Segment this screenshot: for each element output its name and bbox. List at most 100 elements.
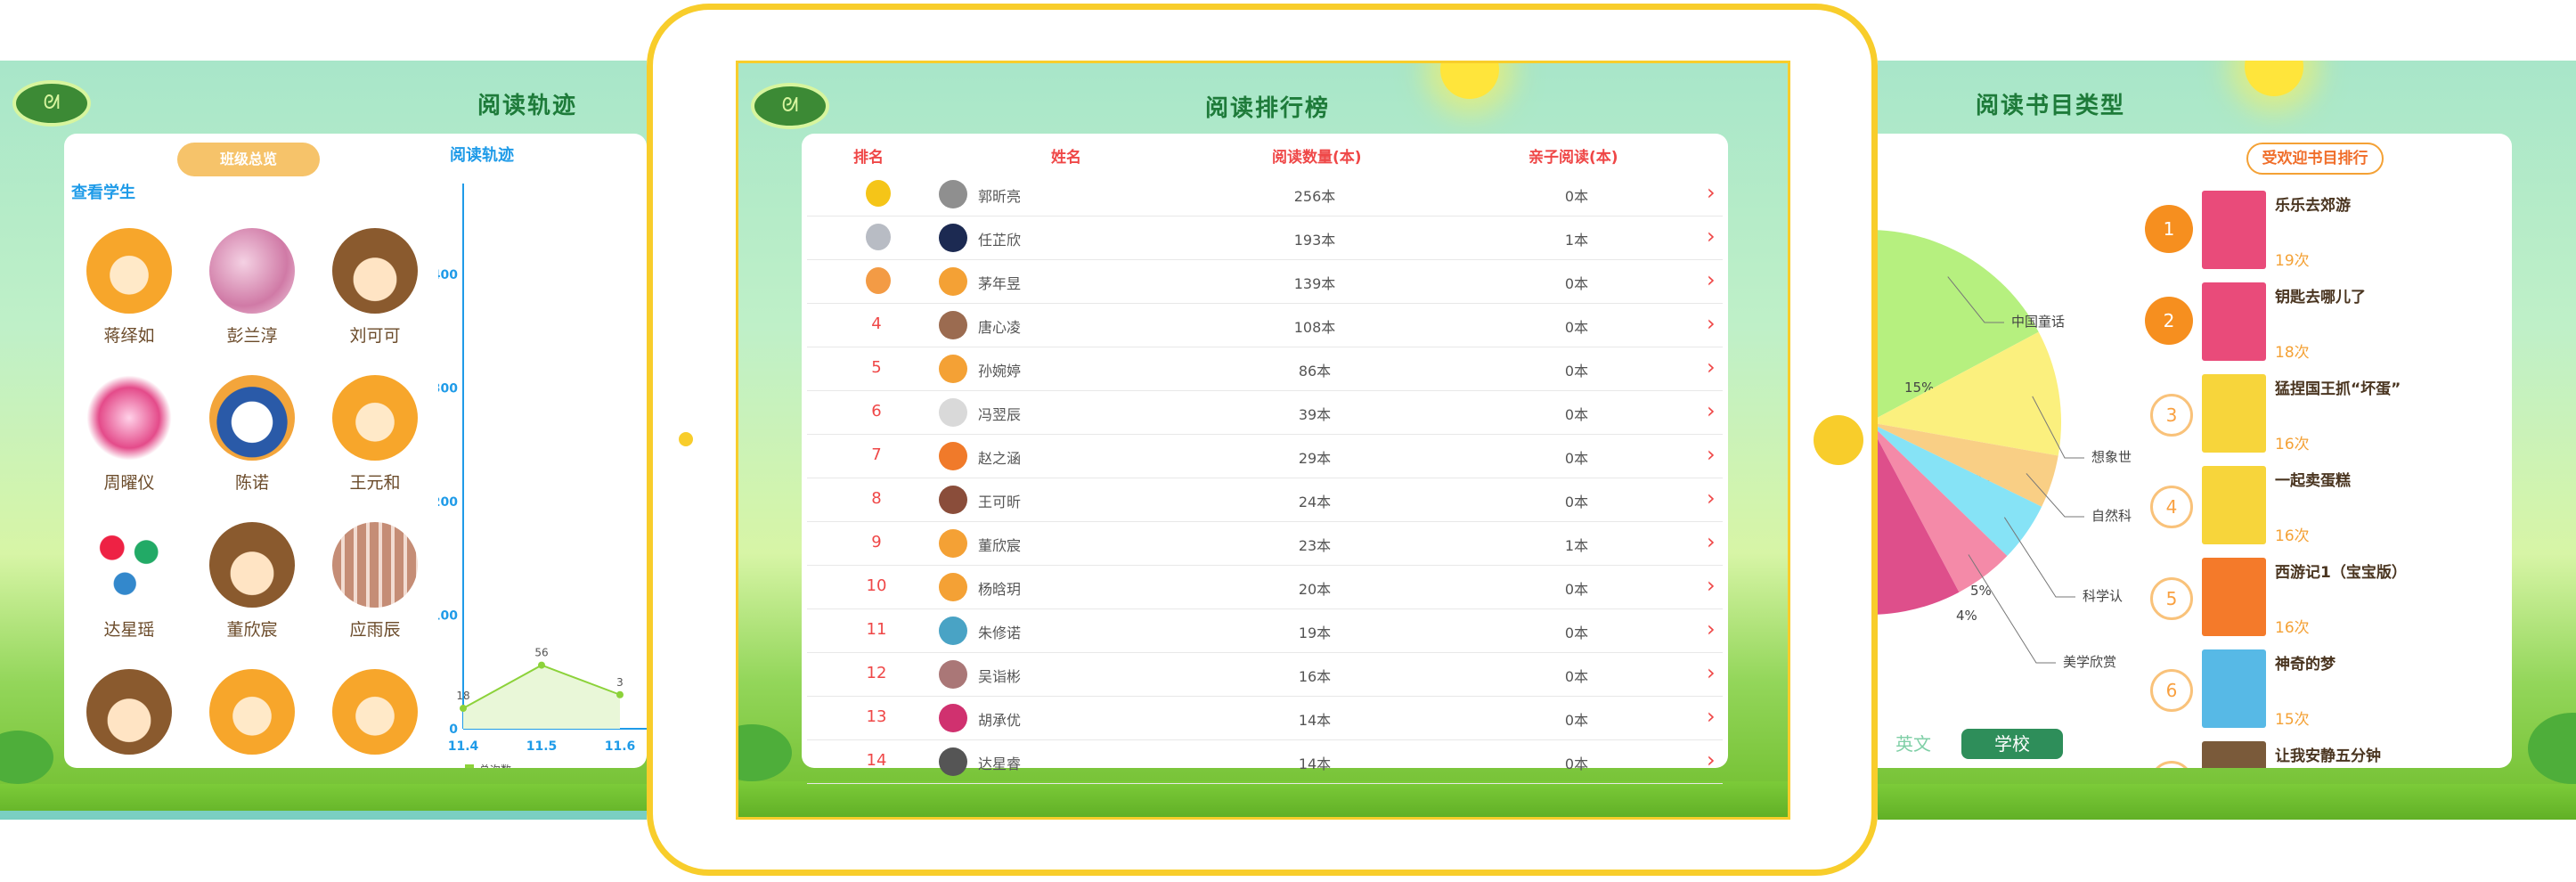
book-cover[interactable] <box>2202 649 2266 728</box>
table-row[interactable]: 4 唐心凌 108本 0本 › <box>807 304 1723 347</box>
table-row[interactable]: 10 杨晗玥 20本 0本 › <box>807 566 1723 609</box>
rank-number: 6 <box>871 402 882 421</box>
app-logo-icon[interactable]: ᘛ <box>751 83 829 129</box>
student-card[interactable]: 刘可可 <box>317 228 433 347</box>
avatar <box>939 267 967 296</box>
student-card[interactable]: 孙佳萱 <box>194 669 310 768</box>
left-screen: ᘛ 阅读轨迹 班级总览 查看学生 阅读轨迹 蒋绎如 彭兰淳 刘可可 周曜仪 陈诺 王元和达… <box>0 61 647 820</box>
table-row[interactable]: 6 冯翌辰 39本 0本 › <box>807 391 1723 435</box>
brown-girl-icon <box>86 669 172 755</box>
table-row[interactable]: 郭昕亮 256本 0本 › <box>807 173 1723 216</box>
segment-school[interactable]: 学校 <box>1961 729 2063 759</box>
chevron-right-icon[interactable]: › <box>1707 660 1716 685</box>
data-point <box>616 690 624 698</box>
reading-count: 86本 <box>1298 363 1332 380</box>
book-cover[interactable] <box>2202 466 2266 544</box>
avatar <box>939 355 967 383</box>
table-row[interactable]: 茅年昱 139本 0本 › <box>807 260 1723 304</box>
reading-count: 108本 <box>1293 319 1336 336</box>
badges-icon <box>86 522 172 608</box>
table-row[interactable]: 14 达星睿 14本 0本 › <box>807 740 1723 784</box>
chart-title: 阅读轨迹 <box>450 146 514 165</box>
pie-category-label: 中国童话 <box>2011 314 2065 330</box>
table-row[interactable]: 7 赵之涵 29本 0本 › <box>807 435 1723 478</box>
student-name: 吴诣彬 <box>978 668 1022 685</box>
book-title[interactable]: 让我安静五分钟 <box>2275 743 2381 765</box>
book-cover[interactable] <box>2202 374 2266 453</box>
table-row[interactable]: 13 胡承优 14本 0本 › <box>807 697 1723 740</box>
app-logo-icon[interactable]: ᘛ <box>12 80 91 127</box>
student-name: 冯翌辰 <box>978 406 1022 423</box>
table-row[interactable]: 5 孙婉婷 86本 0本 › <box>807 347 1723 391</box>
book-cover[interactable] <box>2202 282 2266 361</box>
book-read-times: 18次 <box>2275 344 2310 362</box>
student-name: 任芷欣 <box>978 232 1022 249</box>
chevron-right-icon[interactable]: › <box>1707 224 1716 249</box>
duck-icon <box>209 375 295 461</box>
book-title[interactable]: 一起卖蛋糕 <box>2275 468 2351 490</box>
book-title[interactable]: 钥匙去哪儿了 <box>2275 284 2366 306</box>
book-cover[interactable] <box>2202 741 2266 768</box>
student-name: 郭昕亮 <box>978 188 1022 205</box>
student-card[interactable]: 董欣宸 <box>194 522 310 641</box>
y-tick-label: 0 <box>449 723 458 737</box>
table-row[interactable]: 12 吴诣彬 16本 0本 › <box>807 653 1723 697</box>
student-card[interactable]: 陈诺 <box>194 375 310 494</box>
chevron-right-icon[interactable]: › <box>1707 617 1716 641</box>
student-name: 刘可可 <box>349 326 401 346</box>
student-card[interactable]: 朱修诺 <box>71 669 187 768</box>
book-title[interactable]: 西游记1（宝宝版） <box>2275 559 2407 582</box>
header-parent-reading: 亲子阅读(本) <box>1528 149 1618 167</box>
book-read-times: 16次 <box>2275 527 2310 545</box>
pie-category-label: 科学认 <box>2083 588 2123 604</box>
chevron-right-icon[interactable]: › <box>1707 704 1716 729</box>
table-row[interactable]: 9 董欣宸 23本 1本 › <box>807 522 1723 566</box>
student-card[interactable]: 达星瑶 <box>71 522 187 641</box>
table-row[interactable]: 任芷欣 193本 1本 › <box>807 216 1723 260</box>
parent-reading-count: 0本 <box>1564 450 1589 467</box>
chevron-right-icon[interactable]: › <box>1707 529 1716 554</box>
chevron-right-icon[interactable]: › <box>1707 267 1716 292</box>
chevron-right-icon[interactable]: › <box>1707 573 1716 598</box>
class-overview-button[interactable]: 班级总览 <box>177 143 320 176</box>
student-card[interactable]: 王元和 <box>317 375 433 494</box>
student-card[interactable]: 蒋绎如 <box>71 228 187 347</box>
student-card[interactable]: 彭兰淳 <box>194 228 310 347</box>
book-read-times: 16次 <box>2275 619 2310 637</box>
parent-reading-count: 0本 <box>1564 625 1589 641</box>
table-row[interactable]: 8 王可昕 24本 0本 › <box>807 478 1723 522</box>
chevron-right-icon[interactable]: › <box>1707 311 1716 336</box>
student-card[interactable]: 应雨辰 <box>317 522 433 641</box>
data-point <box>460 705 467 713</box>
right-screen: 阅读书目类型 15%中国童话11%想象世5%自然科5%科学认4%美学欣赏 受欢迎… <box>1878 61 2576 820</box>
bronze-medal-icon <box>866 267 891 294</box>
cartoon-girl-icon <box>86 375 172 461</box>
book-title[interactable]: 乐乐去郊游 <box>2275 192 2351 215</box>
chevron-right-icon[interactable]: › <box>1707 747 1716 772</box>
student-card[interactable]: 周曜仪 <box>71 375 187 494</box>
y-tick-label: 100 <box>438 609 458 624</box>
chevron-right-icon[interactable]: › <box>1707 355 1716 380</box>
legend-label: 总次数 <box>479 763 511 768</box>
data-label: 3 <box>616 676 624 689</box>
water-strip <box>0 811 647 820</box>
ipad-home-button[interactable] <box>1814 415 1863 465</box>
student-name: 王可昕 <box>978 494 1022 510</box>
chevron-right-icon[interactable]: › <box>1707 180 1716 205</box>
grass <box>1878 784 2576 820</box>
book-title[interactable]: 猛捏国王抓“坏蛋” <box>2275 376 2401 398</box>
book-cover[interactable] <box>2202 191 2266 269</box>
chevron-right-icon[interactable]: › <box>1707 442 1716 467</box>
student-card[interactable]: 朱子婧 <box>317 669 433 768</box>
y-tick-label: 400 <box>438 268 458 282</box>
book-cover[interactable] <box>2202 558 2266 636</box>
book-title[interactable]: 神奇的梦 <box>2275 651 2336 674</box>
rank-circle: 1 <box>2145 205 2193 253</box>
orange-girl-icon <box>332 669 418 755</box>
parent-reading-count: 0本 <box>1564 275 1589 292</box>
table-row[interactable]: 11 朱修诺 19本 0本 › <box>807 609 1723 653</box>
chevron-right-icon[interactable]: › <box>1707 398 1716 423</box>
chevron-right-icon[interactable]: › <box>1707 486 1716 510</box>
rank-number: 11 <box>866 620 887 639</box>
segment-english[interactable]: 英文 <box>1887 729 1940 759</box>
